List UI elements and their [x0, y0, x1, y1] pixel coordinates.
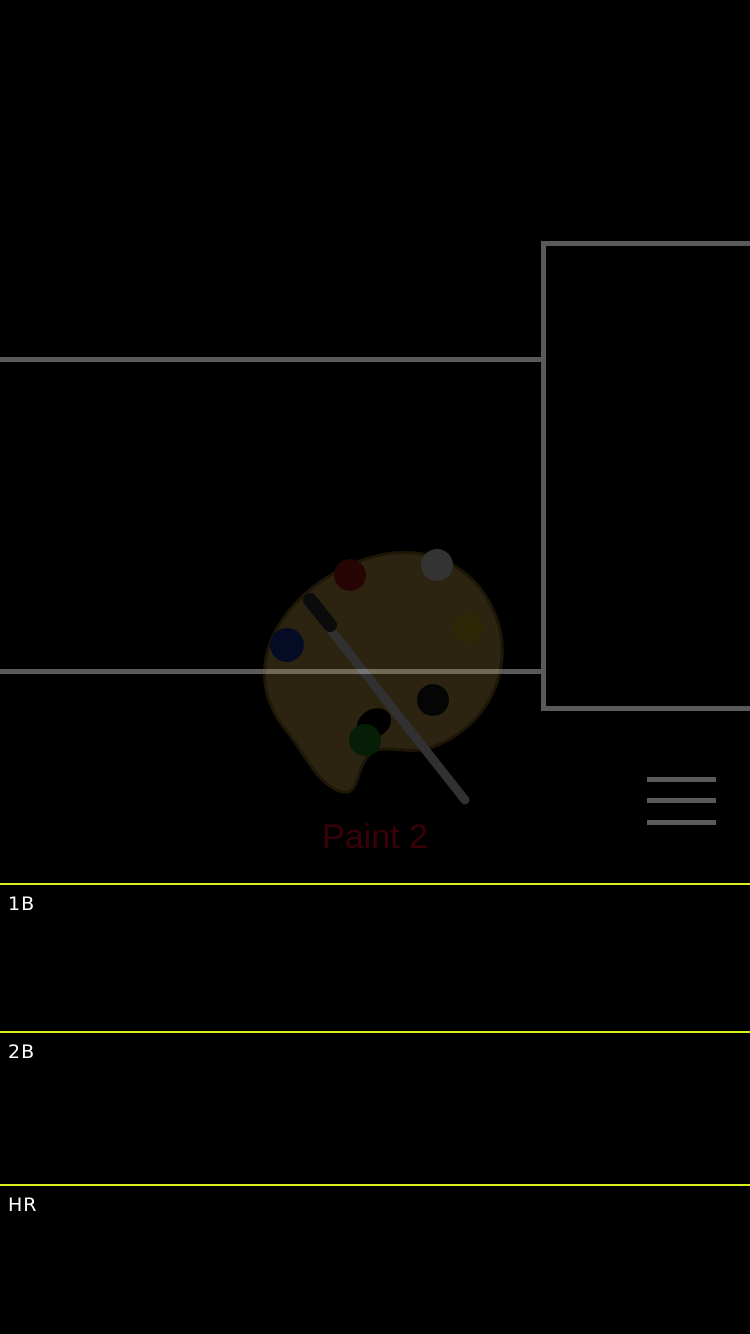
list-item-hr[interactable]: HR: [0, 1184, 750, 1334]
menu-bar: [647, 798, 716, 803]
list-item-2b[interactable]: 2B: [0, 1031, 750, 1184]
menu-bar: [647, 777, 716, 782]
app-label[interactable]: Paint 2: [0, 818, 750, 857]
field-line-top: [0, 357, 545, 362]
row-label: HR: [8, 1194, 38, 1216]
list-item-1b[interactable]: 1B: [0, 883, 750, 1031]
palette-icon: [225, 515, 525, 815]
hamburger-menu-icon[interactable]: [642, 770, 722, 832]
right-panel-frame: [541, 241, 750, 711]
row-label: 2B: [8, 1041, 36, 1063]
row-label: 1B: [8, 893, 36, 915]
menu-bar: [647, 820, 716, 825]
